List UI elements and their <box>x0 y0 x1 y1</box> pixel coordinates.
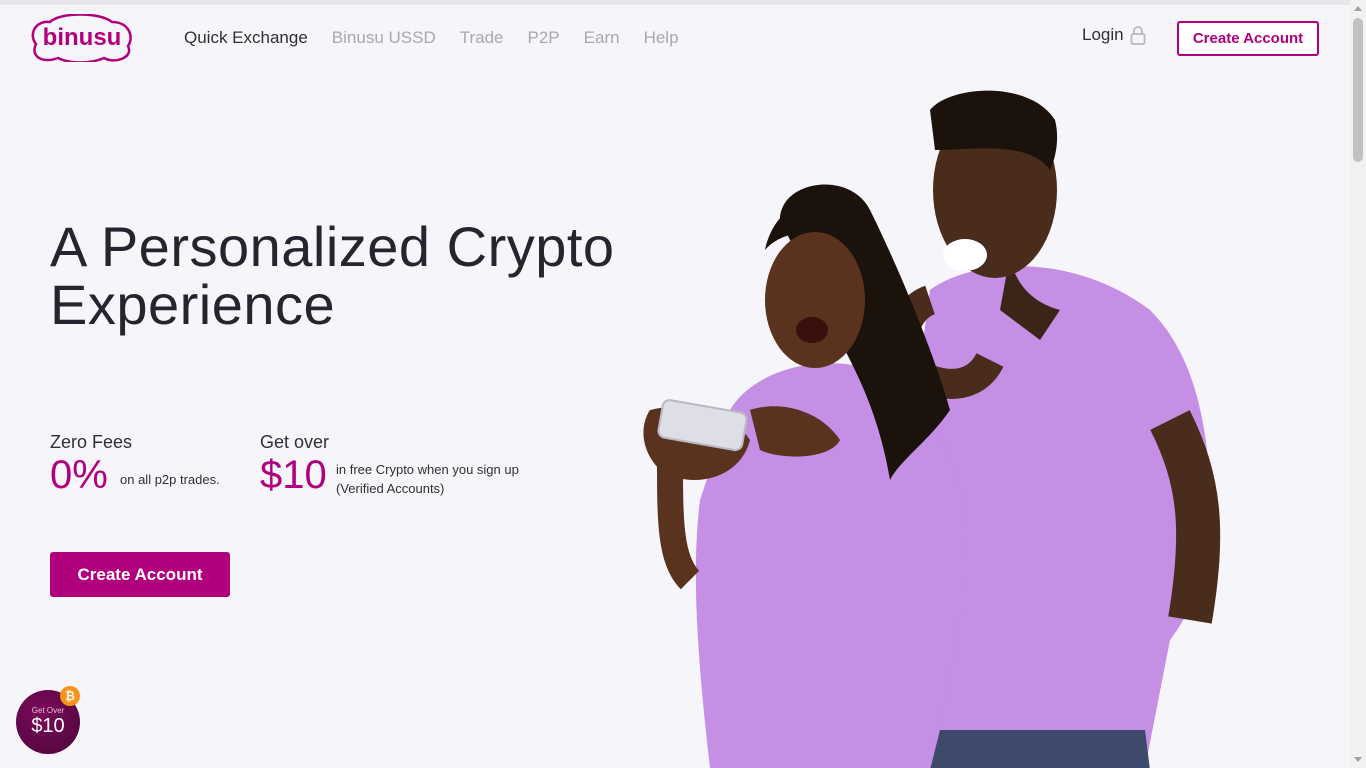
hero-title-line1: A Personalized Crypto <box>50 215 615 278</box>
stat-label: Get over <box>260 432 330 452</box>
scroll-up-arrow-icon[interactable] <box>1354 6 1362 11</box>
nav-help[interactable]: Help <box>644 28 679 48</box>
nav-earn[interactable]: Earn <box>584 28 620 48</box>
top-border <box>0 0 1366 5</box>
woman-figure <box>643 184 966 768</box>
stat-note: on all p2p trades. <box>120 472 220 487</box>
bitcoin-icon: ₿ <box>60 686 80 706</box>
hero-create-account-button[interactable]: Create Account <box>50 552 230 597</box>
header-create-account-button[interactable]: Create Account <box>1177 21 1319 56</box>
logo-text: binusu <box>43 24 122 51</box>
hero-image <box>643 90 1221 768</box>
nav-p2p[interactable]: P2P <box>528 28 560 48</box>
stat-label: Zero Fees <box>50 432 133 452</box>
stat-free-crypto: Get over $10 in free Crypto when you sig… <box>260 432 519 497</box>
nav-trade[interactable]: Trade <box>460 28 504 48</box>
binusu-logo[interactable]: binusu <box>30 14 134 62</box>
nav-quick-exchange[interactable]: Quick Exchange <box>184 28 308 48</box>
stat-note: in free Crypto when you sign up (Verifie… <box>336 460 519 498</box>
nav-binusu-ussd[interactable]: Binusu USSD <box>332 28 436 48</box>
login-label: Login <box>1082 25 1124 44</box>
scrollbar-thumb[interactable] <box>1353 18 1363 162</box>
stat-note-line2: (Verified Accounts) <box>336 481 445 496</box>
stat-value: $10 <box>260 453 327 497</box>
stat-note-line1: in free Crypto when you sign up <box>336 462 519 477</box>
hero-title-line2: Experience <box>50 273 336 336</box>
badge-small-text: Get Over <box>31 706 65 715</box>
scroll-down-arrow-icon[interactable] <box>1354 757 1362 762</box>
main-nav: Quick Exchange Binusu USSD Trade P2P Ear… <box>184 26 679 50</box>
login-link[interactable]: Login <box>1082 25 1146 45</box>
page-scrollbar[interactable] <box>1350 0 1366 768</box>
badge-amount: $10 <box>31 715 65 737</box>
stat-zero-fees: Zero Fees 0% on all p2p trades. <box>50 432 220 497</box>
hero-title: A Personalized Crypto Experience <box>50 218 650 334</box>
lock-icon <box>1130 26 1146 45</box>
